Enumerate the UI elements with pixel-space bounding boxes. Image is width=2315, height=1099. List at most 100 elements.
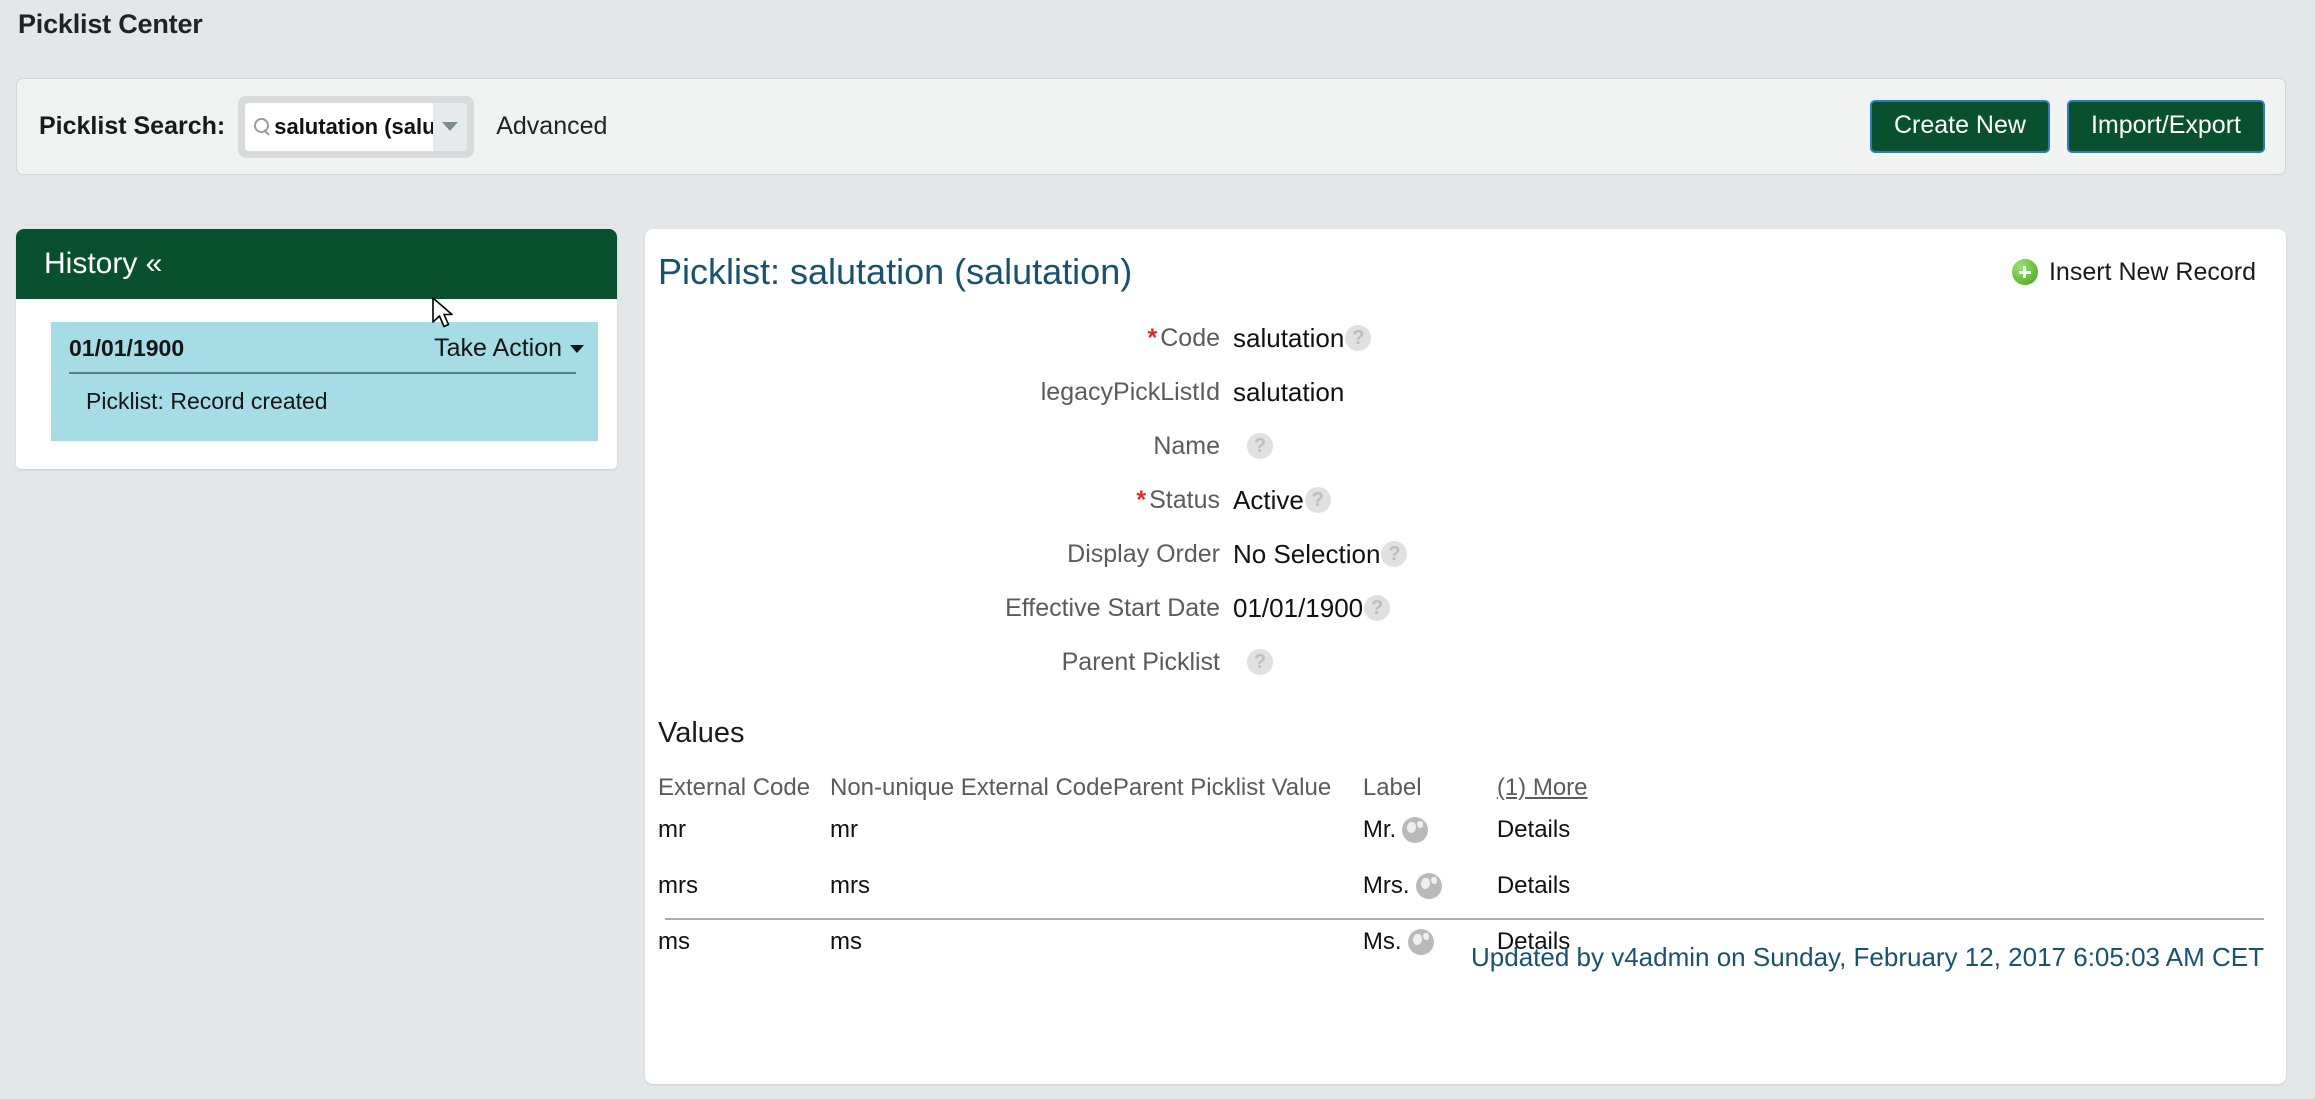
globe-icon[interactable] xyxy=(1408,929,1434,955)
field-label-parent-picklist: Parent Picklist xyxy=(645,648,1233,677)
chevron-down-icon xyxy=(570,345,584,353)
globe-icon[interactable] xyxy=(1416,873,1442,899)
plus-circle-icon xyxy=(2012,259,2038,285)
history-item-header: 01/01/1900 Take Action xyxy=(51,334,598,363)
field-label-display-order: Display Order xyxy=(645,540,1233,569)
field-row-effective-start-date: Effective Start Date 01/01/1900 ? xyxy=(645,581,2286,635)
field-label-legacypicklistid: legacyPickListId xyxy=(645,378,1233,407)
field-value-parent-picklist: ? xyxy=(1233,649,1273,675)
record-title: Picklist: salutation (salutation) xyxy=(658,251,1132,293)
cell-details: Details xyxy=(1497,858,1637,914)
field-value-status: Active ? xyxy=(1233,485,1331,516)
cell-label: Mr. xyxy=(1363,802,1497,858)
import-export-button[interactable]: Import/Export xyxy=(2067,100,2265,153)
search-label: Picklist Search: xyxy=(39,112,225,141)
cell-external-code: mr xyxy=(658,802,830,858)
search-icon xyxy=(254,118,271,135)
field-value-display-order-text: No Selection xyxy=(1233,539,1380,570)
field-value-legacypicklistid-text: salutation xyxy=(1233,377,1344,408)
take-action-label: Take Action xyxy=(434,334,562,363)
field-value-display-order: No Selection ? xyxy=(1233,539,1407,570)
required-indicator: * xyxy=(1148,324,1158,352)
record-detail-panel: Picklist: salutation (salutation) Insert… xyxy=(645,229,2286,1084)
help-icon[interactable]: ? xyxy=(1381,541,1407,567)
history-panel: History « 01/01/1900 Take Action Picklis… xyxy=(16,229,617,469)
cell-external-code: ms xyxy=(658,914,830,970)
column-header-label: Label xyxy=(1363,774,1497,802)
picklist-search-combobox[interactable]: salutation (salutatior xyxy=(238,96,474,158)
globe-icon[interactable] xyxy=(1402,817,1428,843)
field-label-status: *Status xyxy=(645,486,1233,515)
field-value-name: ? xyxy=(1233,433,1273,459)
help-icon[interactable]: ? xyxy=(1247,649,1273,675)
cell-details: Details xyxy=(1497,802,1637,858)
insert-new-record-label: Insert New Record xyxy=(2049,258,2256,287)
table-row[interactable]: mrs mrs Mrs. Details xyxy=(658,858,2258,914)
details-link[interactable]: Details xyxy=(1497,816,1570,843)
cell-external-code: mrs xyxy=(658,858,830,914)
page-title: Picklist Center xyxy=(18,9,203,40)
required-indicator: * xyxy=(1136,486,1146,514)
help-icon[interactable]: ? xyxy=(1345,325,1371,351)
field-value-code: salutation ? xyxy=(1233,323,1371,354)
cell-parent-picklist-value xyxy=(1113,802,1363,858)
field-label-effective-start-date: Effective Start Date xyxy=(645,594,1233,623)
cell-non-unique-external-code: ms xyxy=(830,914,1113,970)
history-item-description: Picklist: Record created xyxy=(86,388,598,415)
column-header-non-unique-external-code: Non-unique External Code xyxy=(830,774,1113,802)
cell-non-unique-external-code: mr xyxy=(830,802,1113,858)
field-row-legacypicklistid: legacyPickListId salutation xyxy=(645,365,2286,419)
take-action-menu[interactable]: Take Action xyxy=(434,334,584,363)
field-value-effective-start-date-text: 01/01/1900 xyxy=(1233,593,1363,624)
field-label-name: Name xyxy=(645,432,1233,461)
create-new-button[interactable]: Create New xyxy=(1870,100,2050,153)
insert-new-record-button[interactable]: Insert New Record xyxy=(2012,258,2256,287)
field-row-code: *Code salutation ? xyxy=(645,311,2286,365)
chevron-down-icon xyxy=(442,122,458,131)
status-badge: Active xyxy=(1233,485,1304,516)
toolbar-actions: Create New Import/Export xyxy=(1870,100,2265,153)
record-updated-text: Updated by v4admin on Sunday, February 1… xyxy=(1471,942,2264,973)
cell-spacer xyxy=(1637,802,2258,858)
field-row-display-order: Display Order No Selection ? xyxy=(645,527,2286,581)
field-row-parent-picklist: Parent Picklist ? xyxy=(645,635,2286,689)
help-icon[interactable]: ? xyxy=(1247,433,1273,459)
cell-parent-picklist-value xyxy=(1113,914,1363,970)
record-header: Picklist: salutation (salutation) Insert… xyxy=(645,229,2286,293)
search-input[interactable]: salutation (salutatior xyxy=(274,114,433,140)
picklist-search-toolbar: Picklist Search: salutation (salutatior … xyxy=(16,78,2286,175)
more-columns-link[interactable]: (1) More xyxy=(1497,774,1588,801)
table-row[interactable]: mr mr Mr. Details xyxy=(658,802,2258,858)
field-row-status: *Status Active ? xyxy=(645,473,2286,527)
record-fields: *Code salutation ? legacyPickListId salu… xyxy=(645,311,2286,689)
history-title[interactable]: History « xyxy=(44,247,162,281)
cell-label: Mrs. xyxy=(1363,858,1497,914)
cell-parent-picklist-value xyxy=(1113,858,1363,914)
history-list-item[interactable]: 01/01/1900 Take Action Picklist: Record … xyxy=(51,322,598,441)
field-value-effective-start-date: 01/01/1900 ? xyxy=(1233,593,1390,624)
search-input-box[interactable]: salutation (salutatior xyxy=(245,103,433,151)
cell-spacer xyxy=(1637,858,2258,914)
cell-label-text: Ms. xyxy=(1363,928,1402,956)
search-dropdown-button[interactable] xyxy=(433,103,467,151)
column-header-spacer xyxy=(1637,774,2258,802)
help-icon[interactable]: ? xyxy=(1364,595,1390,621)
help-icon[interactable]: ? xyxy=(1305,487,1331,513)
cell-non-unique-external-code: mrs xyxy=(830,858,1113,914)
field-value-legacypicklistid: salutation xyxy=(1233,377,1344,408)
values-table: External Code Non-unique External Code P… xyxy=(658,774,2258,970)
details-link[interactable]: Details xyxy=(1497,872,1570,899)
cell-label-text: Mrs. xyxy=(1363,872,1410,900)
field-label-code: *Code xyxy=(645,324,1233,353)
field-value-code-text: salutation xyxy=(1233,323,1344,354)
cell-label-text: Mr. xyxy=(1363,816,1396,844)
values-table-head: External Code Non-unique External Code P… xyxy=(658,774,2258,802)
picklist-center-page: Picklist Center Picklist Search: salutat… xyxy=(0,0,2315,1099)
column-header-parent-picklist-value: Parent Picklist Value xyxy=(1113,774,1363,802)
values-section-title: Values xyxy=(658,717,2286,750)
values-table-header-row: External Code Non-unique External Code P… xyxy=(658,774,2258,802)
history-panel-header: History « xyxy=(16,229,617,299)
history-item-date: 01/01/1900 xyxy=(69,335,184,362)
advanced-search-link[interactable]: Advanced xyxy=(496,112,607,141)
history-item-divider xyxy=(69,372,576,374)
